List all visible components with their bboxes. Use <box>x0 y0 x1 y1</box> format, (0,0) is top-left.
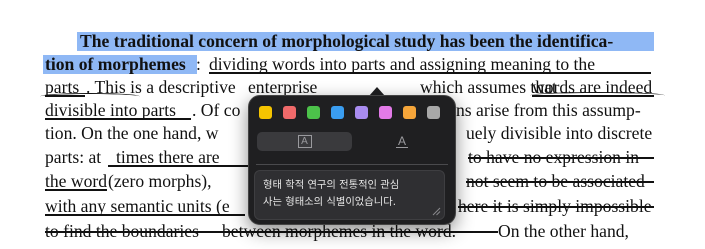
strikethrough-mark <box>458 206 654 208</box>
underline-mark <box>209 72 651 74</box>
underline-mark <box>45 189 107 191</box>
color-swatch-orange[interactable] <box>403 106 416 119</box>
annotation-style-selector: A A <box>254 132 450 151</box>
popup-divider <box>256 164 448 165</box>
highlight-style-button[interactable]: A <box>257 132 352 151</box>
annotation-popup: A A 형태 학적 연구의 전통적인 관심 사는 형태소의 식별이었습니다. <box>248 95 456 225</box>
note-text-area[interactable]: 형태 학적 연구의 전통적인 관심 사는 형태소의 식별이었습니다. <box>254 170 445 220</box>
line-4-text-2: ns arise from this assump- <box>456 100 641 120</box>
color-swatch-blue[interactable] <box>331 106 344 119</box>
underline-style-button[interactable]: A <box>356 132 448 151</box>
strikethrough-mark <box>45 231 498 233</box>
color-swatch-red[interactable] <box>283 106 296 119</box>
text-line-2: tion of morphemes : dividing words into … <box>0 53 705 75</box>
note-text[interactable]: 형태 학적 연구의 전통적인 관심 사는 형태소의 식별이었습니다. <box>263 177 438 211</box>
strikethrough-mark <box>468 157 654 159</box>
line-4-text: . Of co <box>192 100 241 120</box>
underline-mark <box>108 165 248 167</box>
ink-stroke <box>530 92 665 99</box>
line-2-highlight-text[interactable]: tion of morphemes <box>45 53 186 75</box>
line-1-text[interactable]: The traditional concern of morphological… <box>80 30 613 52</box>
underline-style-icon: A <box>395 134 408 148</box>
line-9-text-2: On the other hand, <box>498 221 629 241</box>
color-swatches <box>257 106 447 120</box>
resize-handle-icon[interactable] <box>432 207 441 216</box>
highlight-style-icon: A <box>297 135 312 148</box>
line-2-colon: : <box>196 54 201 74</box>
color-swatch-purple[interactable] <box>355 106 368 119</box>
line-7-text: (zero morphs), <box>108 171 212 191</box>
line-6-text: parts: at <box>45 147 102 167</box>
color-swatch-yellow[interactable] <box>259 106 272 119</box>
underline-mark <box>45 118 191 120</box>
line-5-text-2: uely divisible into discrete <box>466 123 653 143</box>
line-5-text: tion. On the one hand, w <box>45 123 219 143</box>
text-line-1: The traditional concern of morphological… <box>0 30 705 52</box>
strikethrough-mark <box>466 181 654 183</box>
color-swatch-green[interactable] <box>307 106 320 119</box>
underline-mark <box>45 214 245 216</box>
color-swatch-pink[interactable] <box>379 106 392 119</box>
color-swatch-gray[interactable] <box>427 106 440 119</box>
